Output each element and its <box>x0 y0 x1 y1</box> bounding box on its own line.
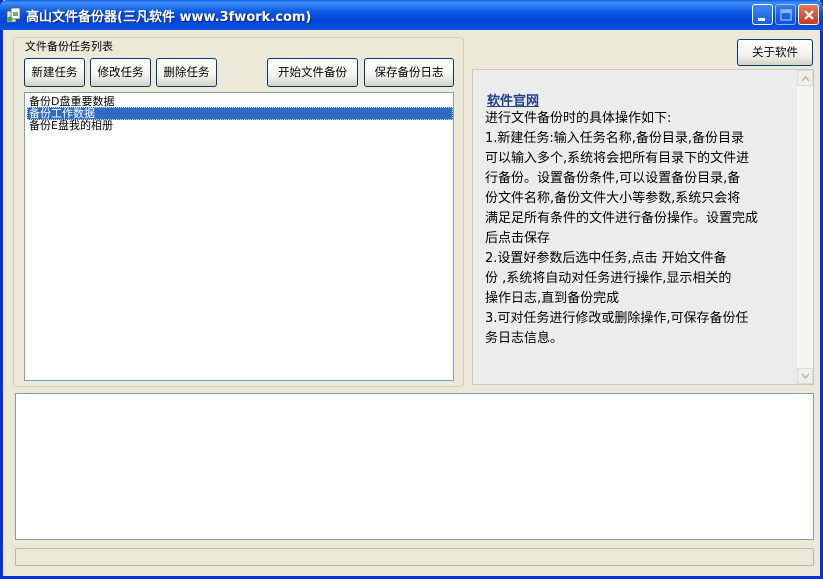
delete-task-button[interactable]: 删除任务 <box>156 58 217 87</box>
app-icon[interactable] <box>6 7 22 23</box>
scroll-down-button[interactable] <box>797 368 813 384</box>
instructions-line: 1.新建任务:输入任务名称,备份目录,备份目录 <box>485 131 745 146</box>
instructions-line: 操作日志,直到备份完成 <box>485 291 620 306</box>
backup-log-output[interactable] <box>15 393 814 540</box>
task-list-legend: 文件备份任务列表 <box>23 38 115 54</box>
save-log-button[interactable]: 保存备份日志 <box>364 58 454 87</box>
maximize-button[interactable] <box>775 4 796 25</box>
status-bar <box>15 548 814 566</box>
about-button[interactable]: 关于软件 <box>737 39 813 66</box>
minimize-button[interactable] <box>752 4 773 25</box>
chevron-down-icon <box>801 373 810 380</box>
website-link[interactable]: 软件官网 <box>487 90 539 109</box>
task-item[interactable]: 备份E盘我的相册 <box>27 119 453 132</box>
instructions-line: 后点击保存 <box>485 231 551 246</box>
title-bar[interactable]: 高山文件备份器(三凡软件 www.3fwork.com) <box>0 0 823 30</box>
maximize-icon <box>780 9 792 21</box>
instructions-scrollbar[interactable] <box>797 70 813 384</box>
scroll-up-button[interactable] <box>797 70 813 86</box>
instructions-line: 3.可对任务进行修改或删除操作,可保存备份任 <box>485 311 749 326</box>
instructions-line: 行备份。设置备份条件,可以设置备份目录,备 <box>485 171 741 186</box>
instructions-text: 进行文件备份时的具体操作如下: 1.新建任务:输入任务名称,备份目录,备份目录 … <box>485 109 797 349</box>
instructions-line: 务日志信息。 <box>485 331 564 346</box>
chevron-up-icon <box>801 75 810 82</box>
start-backup-button[interactable]: 开始文件备份 <box>267 58 358 87</box>
instructions-line: 份文件名称,备份文件大小等参数,系统只会将 <box>485 191 741 206</box>
close-button[interactable] <box>798 4 819 25</box>
instructions-line: 可以输入多个,系统将会把所有目录下的文件进 <box>485 151 750 166</box>
window-title: 高山文件备份器(三凡软件 www.3fwork.com) <box>26 10 312 25</box>
new-task-button[interactable]: 新建任务 <box>24 58 85 87</box>
minimize-icon <box>758 18 765 21</box>
instructions-line: 份 ,系统将自动对任务进行操作,显示相关的 <box>485 271 732 286</box>
instructions-line: 满足足所有条件的文件进行备份操作。设置完成 <box>485 211 759 226</box>
close-icon <box>804 10 814 20</box>
instructions-panel: 软件官网 进行文件备份时的具体操作如下: 1.新建任务:输入任务名称,备份目录,… <box>472 69 814 385</box>
app-window: 高山文件备份器(三凡软件 www.3fwork.com) 文件备份任务列表 新建… <box>0 0 823 579</box>
edit-task-button[interactable]: 修改任务 <box>90 58 151 87</box>
instructions-line: 进行文件备份时的具体操作如下: <box>485 111 672 126</box>
instructions-line: 2.设置好参数后选中任务,点击 开始文件备 <box>485 251 727 266</box>
task-list[interactable]: 备份D盘重要数据 备份工作数据 备份E盘我的相册 <box>24 92 454 381</box>
